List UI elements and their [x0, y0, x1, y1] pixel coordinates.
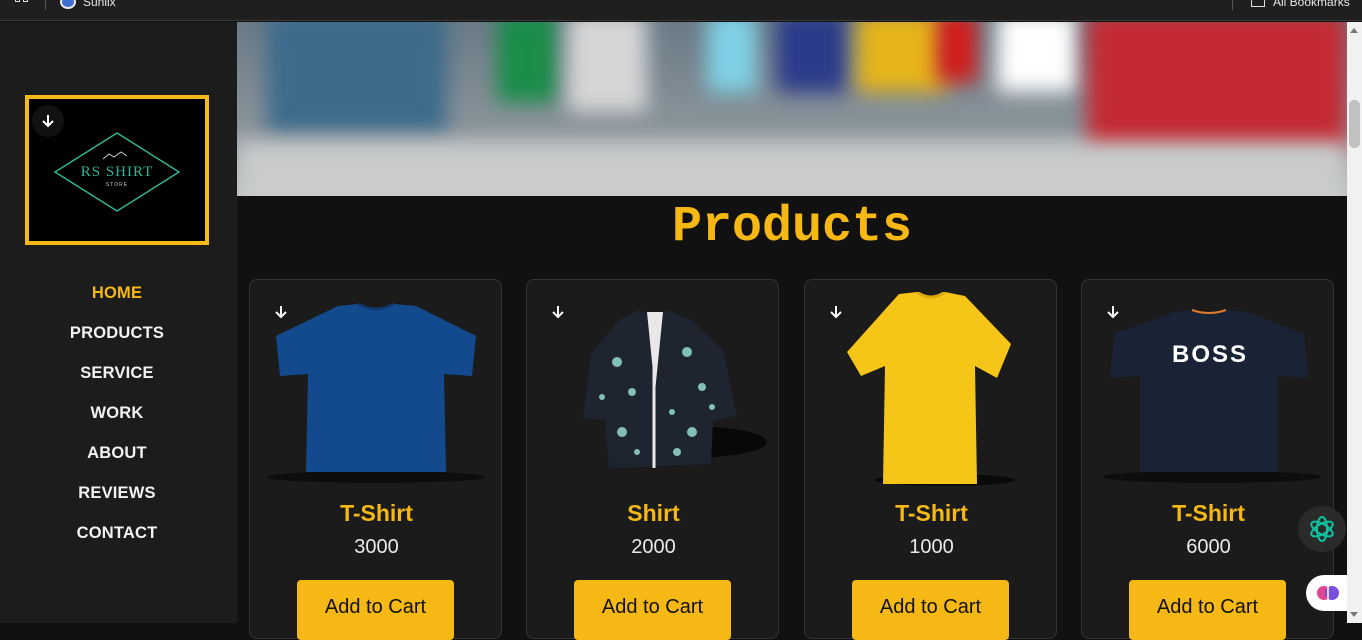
product-price: 3000: [354, 536, 399, 558]
product-card: T-Shirt 3000 Add to Cart: [249, 279, 502, 640]
nav-products[interactable]: PRODUCTS: [0, 317, 234, 357]
bookmark-sunlix[interactable]: Sunlix: [83, 0, 116, 9]
add-to-cart-button[interactable]: Add to Cart: [1129, 580, 1286, 640]
download-arrow-icon[interactable]: [1097, 296, 1129, 328]
product-card: Shirt 2000 Add to Cart: [526, 279, 779, 640]
nav-home[interactable]: HOME: [0, 277, 234, 317]
products-heading: Products: [671, 199, 913, 256]
product-name: T-Shirt: [1172, 500, 1245, 526]
all-bookmarks-link[interactable]: All Bookmarks: [1273, 0, 1350, 9]
sidebar: RS SHIRT STORE HOME PRODUCTS SERVICE WOR…: [0, 22, 237, 623]
nav-service[interactable]: SERVICE: [0, 357, 234, 397]
product-name: T-Shirt: [340, 500, 413, 526]
scroll-up-arrow-icon[interactable]: [1350, 28, 1358, 33]
logo-diamond-icon: RS SHIRT STORE: [53, 132, 181, 212]
page-scrollbar[interactable]: [1347, 22, 1362, 623]
add-to-cart-button[interactable]: Add to Cart: [574, 580, 731, 640]
nav-contact[interactable]: CONTACT: [0, 517, 234, 557]
main-nav: HOME PRODUCTS SERVICE WORK ABOUT REVIEWS…: [0, 277, 234, 557]
product-name: Shirt: [627, 500, 680, 526]
scroll-down-arrow-icon[interactable]: [1350, 612, 1358, 617]
folder-icon: [1251, 0, 1265, 7]
product-price: 1000: [909, 536, 954, 558]
apps-grid-icon[interactable]: [15, 0, 31, 10]
sunlix-favicon-icon: [60, 0, 76, 9]
hero-banner-image: [237, 22, 1347, 196]
scrollbar-thumb[interactable]: [1349, 100, 1360, 148]
download-arrow-icon[interactable]: [820, 296, 852, 328]
nav-about[interactable]: ABOUT: [0, 437, 234, 477]
chatgpt-extension-icon[interactable]: [1298, 506, 1346, 552]
logo-title: RS SHIRT: [81, 164, 154, 180]
product-name: T-Shirt: [895, 500, 968, 526]
add-to-cart-button[interactable]: Add to Cart: [297, 580, 454, 640]
product-card: T-Shirt 1000 Add to Cart: [804, 279, 1057, 640]
bookmarks-divider: [45, 0, 46, 10]
product-card: BOSS T-Shirt 6000 Add to Cart: [1081, 279, 1334, 640]
nav-reviews[interactable]: REVIEWS: [0, 477, 234, 517]
boss-print-text: BOSS: [1172, 341, 1248, 368]
store-logo[interactable]: RS SHIRT STORE: [25, 95, 209, 245]
brain-extension-icon[interactable]: [1306, 575, 1350, 611]
download-arrow-icon[interactable]: [265, 296, 297, 328]
logo-subtitle: STORE: [106, 182, 128, 188]
bookmarks-divider-right: [1232, 0, 1233, 10]
download-arrow-icon[interactable]: [542, 296, 574, 328]
bookmarks-bar: Sunlix All Bookmarks: [0, 0, 1362, 21]
add-to-cart-button[interactable]: Add to Cart: [852, 580, 1009, 640]
nav-work[interactable]: WORK: [0, 397, 234, 437]
product-price: 6000: [1186, 536, 1231, 558]
product-price: 2000: [631, 536, 676, 558]
